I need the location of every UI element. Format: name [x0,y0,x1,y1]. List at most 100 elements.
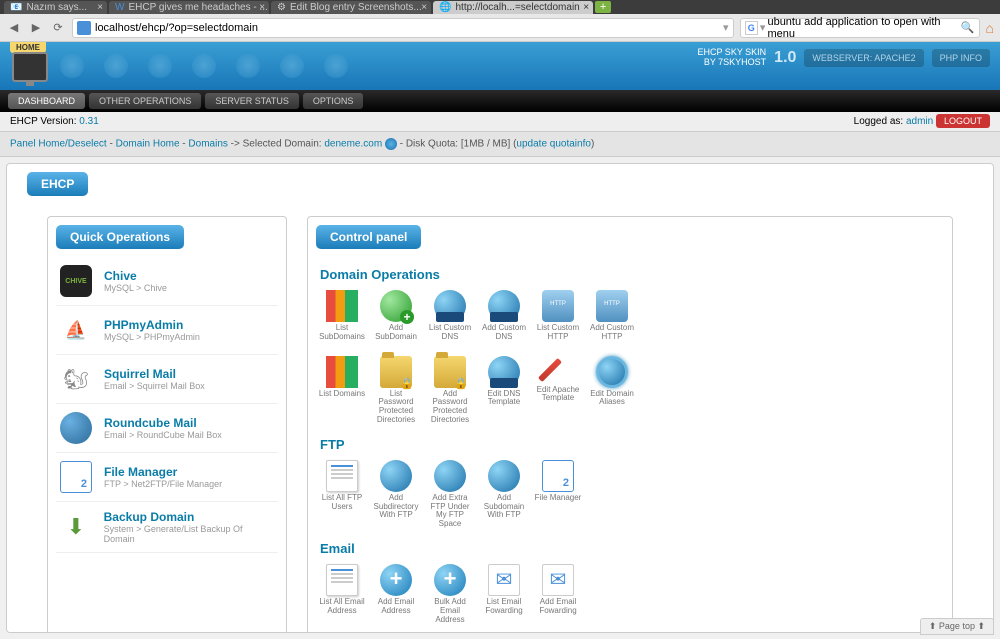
list-custom-http[interactable]: List Custom HTTP [532,288,584,344]
add-custom-dns[interactable]: Add Custom DNS [478,288,530,344]
search-bar[interactable]: G ▾ ubuntu add application to open with … [740,18,980,38]
info-bar: EHCP Version: 0.31 Logged as: admin LOGO… [0,112,1000,132]
folder-lock-icon [380,356,412,388]
globe-icon[interactable] [385,138,397,150]
page-top-button[interactable]: ⬆ Page top ⬆ [920,618,994,635]
filemanager-icon [60,461,92,493]
edit-dns-template[interactable]: Edit DNS Template [478,354,530,427]
url-text: localhost/ehcp/?op=selectdomain [95,22,258,34]
header-icon[interactable] [148,54,172,78]
quick-operations-panel: Quick Operations CHIVE ChiveMySQL > Chiv… [47,216,287,633]
header-icon[interactable] [192,54,216,78]
url-bar[interactable]: localhost/ehcp/?op=selectdomain ▾ [72,18,734,38]
forward-button[interactable]: ▶ [28,20,44,36]
list-email-fwd[interactable]: List Email Fowarding [478,562,530,626]
nav-tab-other[interactable]: OTHER OPERATIONS [89,93,201,109]
add-custom-http[interactable]: Add Custom HTTP [586,288,638,344]
nav-tab-status[interactable]: SERVER STATUS [205,93,299,109]
filemanager-icon [542,460,574,492]
breadcrumb-domain-home[interactable]: Domain Home [116,139,180,150]
add-subdomain-ftp[interactable]: Add Subdomain With FTP [478,458,530,531]
back-button[interactable]: ◀ [6,20,22,36]
quick-op-squirrel[interactable]: 🐿 Squirrel MailEmail > Squirrel Mail Box [56,355,278,404]
add-subdomain[interactable]: Add SubDomain [370,288,422,344]
close-icon[interactable]: × [421,2,427,13]
breadcrumb-panel-home[interactable]: Panel Home/Deselect [10,139,107,150]
header-icon[interactable] [236,54,260,78]
add-email-fwd[interactable]: Add Email Fowarding [532,562,584,626]
update-quota-link[interactable]: update quotainfo [516,139,591,150]
bulk-add-email[interactable]: Bulk Add Email Address [424,562,476,626]
header-icon[interactable] [60,54,84,78]
site-icon [77,21,91,35]
folder-lock-icon [434,356,466,388]
new-tab-button[interactable]: + [595,1,611,13]
list-custom-dns[interactable]: List Custom DNS [424,288,476,344]
list-subdomains[interactable]: List SubDomains [316,288,368,344]
quick-op-chive[interactable]: CHIVE ChiveMySQL > Chive [56,257,278,306]
header-icon[interactable] [324,54,348,78]
close-icon[interactable]: × [97,2,103,13]
user-link[interactable]: admin [906,116,933,127]
add-icon [380,564,412,596]
add-subdir-ftp[interactable]: Add Subdirectory With FTP [370,458,422,531]
roundcube-icon [60,412,92,444]
browser-tab-active[interactable]: 🌐 http://localh...=selectdomain× [433,1,593,14]
globe-icon [434,460,466,492]
quick-op-backup[interactable]: ⬇ Backup DomainSystem > Generate/List Ba… [56,502,278,553]
browser-tab-strip: 📧 Nazım says...× W EHCP gives me headach… [0,0,1000,14]
add-pwd-dirs[interactable]: Add Password Protected Directories [424,354,476,427]
version-number: 1.0 [774,49,796,67]
edit-domain-aliases[interactable]: Edit Domain Aliases [586,354,638,427]
browser-tab[interactable]: W EHCP gives me headaches - ...× [109,1,269,14]
chart-icon [326,290,358,322]
browser-tab[interactable]: ⚙ Edit Blog entry Screenshots...× [271,1,431,14]
logged-as-label: Logged as: [854,116,904,127]
version-link[interactable]: 0.31 [79,116,98,127]
header-icon[interactable] [104,54,128,78]
page-icon [326,564,358,596]
chive-icon: CHIVE [60,265,92,297]
ftp-file-manager[interactable]: File Manager [532,458,584,531]
add-extra-ftp[interactable]: Add Extra FTP Under My FTP Space [424,458,476,531]
add-icon [380,290,412,322]
webserver-info: WEBSERVER: APACHE2 [804,49,923,67]
edit-apache-template[interactable]: Edit Apache Template [532,354,584,427]
quota-label: Disk Quota: [1MB / MB] ( [406,139,517,150]
breadcrumb-domains[interactable]: Domains [188,139,227,150]
browser-tab[interactable]: 📧 Nazım says...× [4,1,107,14]
quick-op-roundcube[interactable]: Roundcube MailEmail > RoundCube Mail Box [56,404,278,453]
reload-button[interactable]: ⟳ [50,20,66,36]
list-pwd-dirs[interactable]: List Password Protected Directories [370,354,422,427]
http-icon [542,290,574,322]
monitor-icon[interactable] [12,52,48,82]
dropdown-icon[interactable]: ▾ [760,21,766,34]
mail-icon [488,564,520,596]
search-icon[interactable]: 🔍 [961,21,975,34]
list-domains[interactable]: List Domains [316,354,368,427]
selected-domain-link[interactable]: deneme.com [324,139,382,150]
dropdown-icon[interactable]: ▾ [723,21,729,34]
add-icon [434,564,466,596]
home-icon[interactable]: ⌂ [986,20,994,36]
alias-icon [596,356,628,388]
list-ftp-users[interactable]: List All FTP Users [316,458,368,531]
add-email[interactable]: Add Email Address [370,562,422,626]
quick-op-filemanager[interactable]: File ManagerFTP > Net2FTP/File Manager [56,453,278,502]
quick-op-phpmyadmin[interactable]: ⛵ PHPmyAdminMySQL > PHPmyAdmin [56,306,278,355]
close-icon[interactable]: × [259,2,265,13]
phpmyadmin-icon: ⛵ [60,314,92,346]
list-email[interactable]: List All Email Address [316,562,368,626]
nav-tab-options[interactable]: OPTIONS [303,93,364,109]
app-header: HOME EHCP SKY SKIN BY 7SKYHOST 1.0 WEBSE… [0,42,1000,90]
close-icon[interactable]: × [583,2,589,13]
nav-tab-dashboard[interactable]: DASHBOARD [8,93,85,109]
logout-button[interactable]: LOGOUT [936,114,990,128]
mail-icon [542,564,574,596]
skin-info: EHCP SKY SKIN BY 7SKYHOST [697,48,766,68]
control-panel-title: Control panel [316,225,421,249]
header-icon[interactable] [280,54,304,78]
phpinfo-button[interactable]: PHP INFO [932,49,990,67]
quick-ops-title: Quick Operations [56,225,184,249]
section-domain-ops: Domain Operations [320,267,944,282]
